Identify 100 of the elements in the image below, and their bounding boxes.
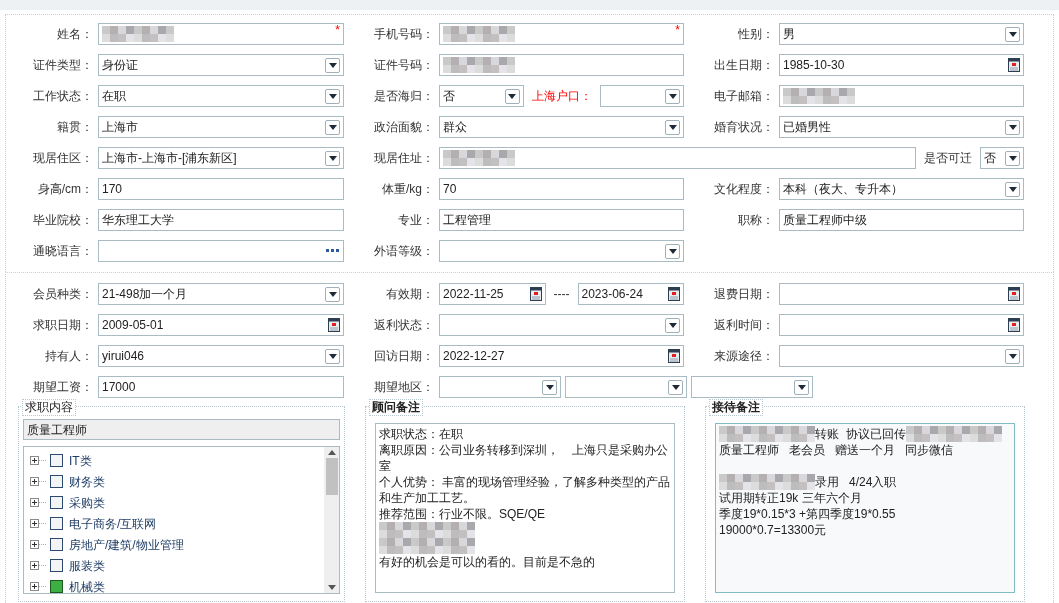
dropdown[interactable] <box>439 376 561 398</box>
caret-icon <box>328 353 337 359</box>
field-label: 专业： <box>397 212 435 229</box>
field-label: 持有人： <box>44 348 94 365</box>
text-field[interactable] <box>779 85 1024 107</box>
date-field[interactable]: 2023-06-24 <box>577 283 684 305</box>
required-mark: * <box>675 22 680 39</box>
dropdown[interactable]: 群众 <box>439 116 684 138</box>
text-field[interactable]: 70 <box>439 178 684 200</box>
date-field[interactable] <box>779 283 1024 305</box>
checkbox[interactable] <box>50 475 63 488</box>
date-field[interactable]: 2009-05-01 <box>98 314 344 336</box>
dropdown[interactable]: 上海市-上海市-[浦东新区] <box>98 147 344 169</box>
tree-item[interactable]: IT类 <box>30 450 324 471</box>
field-label: 职称： <box>737 212 775 229</box>
dropdown[interactable]: 在职 <box>98 85 344 107</box>
dropdown[interactable] <box>565 376 687 398</box>
checkbox[interactable] <box>50 454 63 467</box>
tree-item[interactable]: 房地产/建筑/物业管理 <box>30 534 324 555</box>
text-field[interactable] <box>439 54 684 76</box>
note-line: 转账 协议已回传 <box>815 426 906 442</box>
caret-icon <box>1008 353 1017 359</box>
tree-item[interactable]: 服装类 <box>30 555 324 576</box>
date-field[interactable] <box>779 314 1024 336</box>
field-label: 证件号码： <box>373 57 435 74</box>
notes-textarea[interactable]: 转账 协议已回传 质量工程师 老会员 赠送一个月 同步微信 录用 4/24入职 试用期转正19k 三年六个月 季度19*0.15*3 +第四季度19*0.55 19000*0.7=13300元 <box>715 423 1015 593</box>
field-label: 求职日期： <box>32 317 94 334</box>
field-label: 婚育状况： <box>713 119 775 136</box>
date-field[interactable]: 2022-12-27 <box>439 345 684 367</box>
tree-item[interactable]: 电子商务/互联网 <box>30 513 324 534</box>
expand-icon[interactable] <box>30 456 46 465</box>
text-field[interactable]: 17000 <box>98 376 344 398</box>
text-field[interactable]: 170 <box>98 178 344 200</box>
note-line: 季度19*0.15*3 +第四季度19*0.55 <box>719 506 896 522</box>
text-field[interactable]: * <box>98 23 344 45</box>
dropdown[interactable] <box>439 314 684 336</box>
dropdown[interactable]: 男 <box>779 23 1024 45</box>
search-field[interactable]: 质量工程师 <box>23 419 340 440</box>
tree-label: 服装类 <box>69 557 105 575</box>
tree-label: IT类 <box>69 452 92 470</box>
dropdown[interactable]: 上海市 <box>98 116 344 138</box>
dropdown[interactable] <box>779 345 1024 367</box>
dropdown[interactable]: 21-498加一个月 <box>98 283 344 305</box>
checkbox[interactable] <box>50 580 63 593</box>
field-label: 退费日期： <box>713 286 775 303</box>
dropdown[interactable] <box>599 85 684 107</box>
note-line: 离职原因：公司业务转移到深圳， 上海只是采购办公室 <box>379 442 670 474</box>
checkbox[interactable] <box>50 559 63 572</box>
dropdown[interactable] <box>691 376 813 398</box>
expand-icon[interactable] <box>30 498 46 507</box>
dropdown[interactable]: 否 <box>439 85 524 107</box>
field-label: 返利时间： <box>713 317 775 334</box>
note-line: 有好的机会是可以的看的。目前是不急的 <box>379 554 595 570</box>
date-field[interactable]: 2022-11-25 <box>439 283 546 305</box>
checkbox[interactable] <box>50 517 63 530</box>
caret-icon <box>668 93 677 99</box>
dropdown[interactable]: 身份证 <box>98 54 344 76</box>
tree-item[interactable]: 财务类 <box>30 471 324 492</box>
dropdown[interactable]: 否 <box>980 147 1024 169</box>
text-field[interactable] <box>439 147 916 169</box>
tree-item[interactable]: 机械类 <box>30 576 324 593</box>
caret-icon <box>508 93 516 99</box>
dropdown[interactable] <box>439 240 684 262</box>
caret-icon <box>328 155 337 161</box>
expand-icon[interactable] <box>30 540 46 549</box>
tree-label: 房地产/建筑/物业管理 <box>69 536 184 554</box>
checkbox[interactable] <box>50 538 63 551</box>
field-label: 是否海归： <box>373 88 435 105</box>
text-field[interactable]: 质量工程师中级 <box>779 209 1024 231</box>
checkbox[interactable] <box>50 496 63 509</box>
scroll-up-icon[interactable] <box>327 450 336 455</box>
calendar-icon <box>1008 58 1020 72</box>
caret-icon <box>1008 124 1017 130</box>
text-field[interactable]: * <box>439 23 684 45</box>
text-field[interactable]: 工程管理 <box>439 209 684 231</box>
scrollbar-thumb[interactable] <box>325 458 338 495</box>
field-label: 现居住址： <box>373 150 435 167</box>
text-field[interactable]: 华东理工大学 <box>98 209 344 231</box>
caret-icon <box>328 62 337 68</box>
scroll-down-icon[interactable] <box>327 585 336 590</box>
dropdown[interactable]: yirui046 <box>98 345 344 367</box>
calendar-icon <box>328 318 340 332</box>
field-label: 是否可迁 <box>923 150 973 167</box>
expand-icon[interactable] <box>30 561 46 570</box>
expand-icon[interactable] <box>30 477 46 486</box>
date-field[interactable]: 1985-10-30 <box>779 54 1024 76</box>
notes-textarea[interactable]: 求职状态：在职 离职原因：公司业务转移到深圳， 上海只是采购办公室 个人优势： 丰富的现场管理经验，了解多种类型的产品和生产加工工艺。 推荐范围：行业不限。SQE/QE 有好的机会是可以的看的。目前是不急的 <box>375 423 675 593</box>
expand-icon[interactable] <box>30 519 46 528</box>
tree-item[interactable]: 采购类 <box>30 492 324 513</box>
field-label: 体重/kg： <box>381 181 435 198</box>
field-label: 政治面貌： <box>373 119 435 136</box>
field-label: 有效期： <box>385 286 435 303</box>
section-title: 顾问备注 <box>369 399 423 416</box>
lookup-field[interactable] <box>98 240 344 262</box>
dropdown[interactable]: 本科（夜大、专升本） <box>779 178 1024 200</box>
scrollbar[interactable] <box>324 447 339 593</box>
dropdown[interactable]: 已婚男性 <box>779 116 1024 138</box>
note-line: 求职状态：在职 <box>379 426 463 442</box>
expand-icon[interactable] <box>30 582 46 591</box>
field-label: 期望工资： <box>32 379 94 396</box>
